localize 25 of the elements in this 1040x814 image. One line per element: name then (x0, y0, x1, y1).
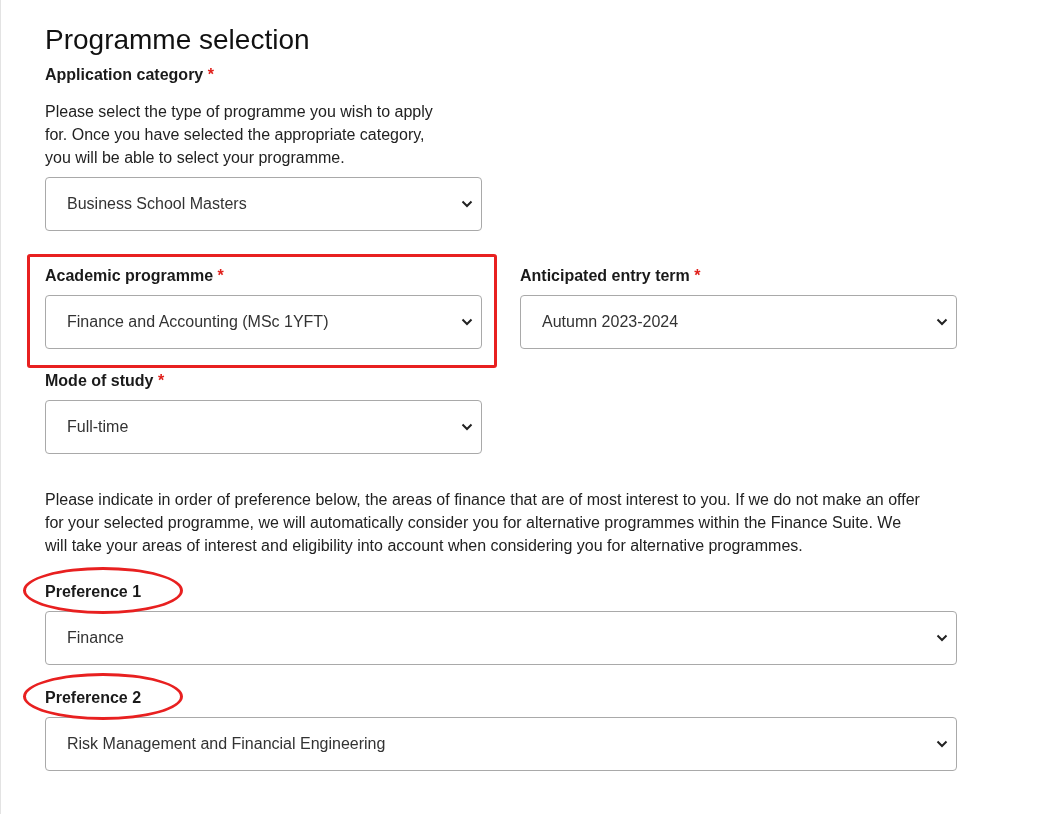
required-mark: * (694, 267, 701, 284)
dropdown[interactable]: Autumn 2023-2024 (520, 295, 957, 349)
instructions-text: Please indicate in order of preference below, the areas of finance that are of most interest to you. If we do not make an offer for your selected programme, we will automatically consider you for alternative programmes within the Finance Suite. We will take your areas of interest and eligibility into account when considering you for alternative programmes. (45, 490, 921, 556)
field-label: Mode of study (45, 372, 154, 389)
required-mark: * (207, 66, 214, 83)
field-label: Preference 1 (45, 583, 142, 600)
chevron-down-icon (461, 423, 473, 431)
chevron-down-icon (461, 200, 473, 208)
chevron-down-icon (936, 740, 948, 748)
chevron-down-icon (936, 634, 948, 642)
help-text: Please select the type of programme you wish to apply for. Once you have selected the appropriate category, you will be able to select your programme. (45, 102, 434, 168)
field-label: Preference 2 (45, 689, 142, 706)
required-mark: * (217, 267, 224, 284)
field-label: Academic programme (45, 267, 214, 284)
page-title: Programme selection (45, 23, 311, 57)
dropdown[interactable]: Risk Management and Financial Engineering (45, 717, 957, 771)
dropdown[interactable]: Full-time (45, 400, 482, 454)
dropdown[interactable]: Business School Masters (45, 177, 482, 231)
dropdown[interactable]: Finance and Accounting (MSc 1YFT) (45, 295, 482, 349)
dropdown[interactable]: Finance (45, 611, 957, 665)
field-label: Application category (45, 66, 204, 83)
chevron-down-icon (936, 318, 948, 326)
chevron-down-icon (461, 318, 473, 326)
field-label: Anticipated entry term (520, 267, 690, 284)
required-mark: * (157, 372, 165, 389)
